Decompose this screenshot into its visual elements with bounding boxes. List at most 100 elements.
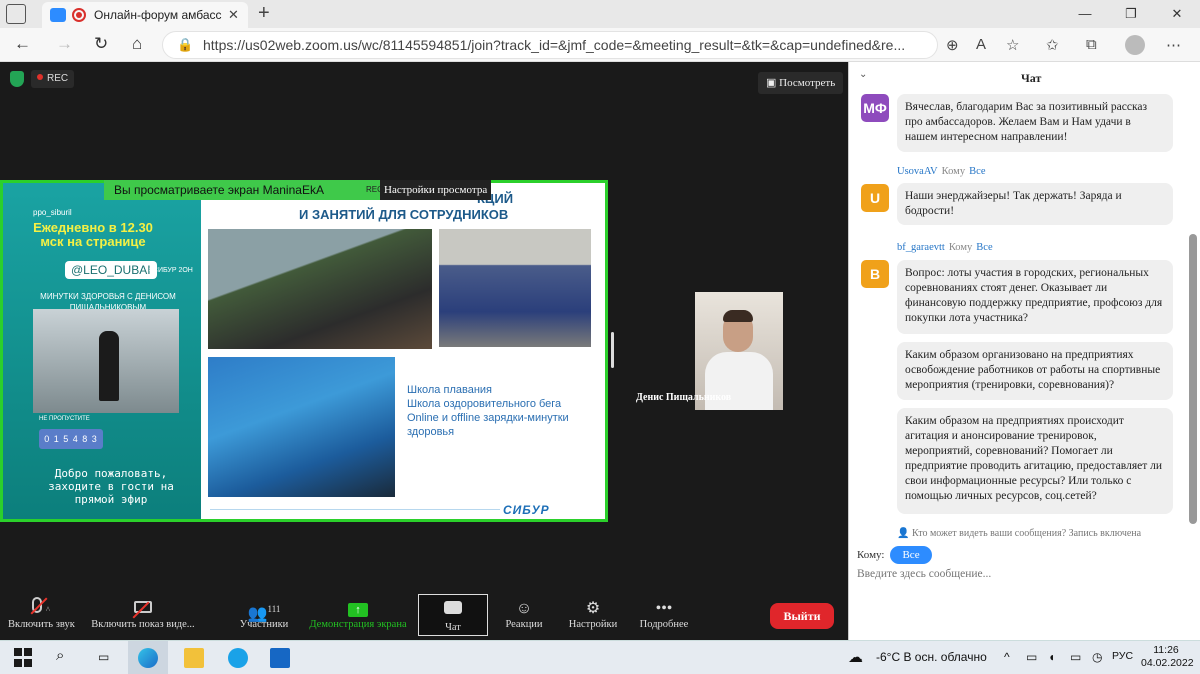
weather-icon: ☁ — [848, 649, 863, 666]
message-sender: UsovaAV Кому Все — [897, 166, 986, 177]
avatar: U — [861, 184, 889, 212]
file-explorer-icon[interactable] — [184, 648, 204, 668]
zoom-page-icon[interactable]: ⊕ — [946, 36, 959, 54]
clock-time: 11:26 — [1153, 644, 1179, 656]
maximize-button[interactable]: ❐ — [1108, 0, 1154, 28]
bullet-running: Школа оздоровительного бега — [407, 398, 562, 410]
video-label: Включить показ виде... — [91, 619, 195, 630]
back-icon[interactable]: ← — [14, 34, 31, 54]
profile-avatar[interactable] — [1125, 35, 1145, 55]
person-icon: 👤 — [897, 528, 912, 539]
chat-icon — [444, 601, 462, 614]
reactions-button[interactable]: ☺ Реакции — [500, 590, 548, 640]
favorites-icon[interactable]: ✩ — [1046, 36, 1059, 54]
chat-message: Каким образом организовано на предприяти… — [897, 342, 1173, 400]
story-panel: ppo_siburil Ежедневно в 12.30 мск на стр… — [3, 183, 201, 519]
edge-taskbar-button[interactable] — [128, 641, 168, 674]
start-button[interactable] — [14, 648, 34, 668]
clock[interactable]: 11:26 04.02.2022 — [1141, 644, 1194, 670]
story-timer: 0 1 5 4 8 3 — [39, 429, 103, 449]
url-field[interactable]: 🔒 https://us02web.zoom.us/wc/81145594851… — [162, 31, 938, 59]
chat-title: Чат — [1021, 71, 1042, 85]
browser-tab[interactable]: Онлайн-форум амбассадо ✕ — [42, 2, 248, 28]
network-icon[interactable]: ▭ — [1026, 650, 1037, 664]
edge-icon — [138, 648, 158, 668]
search-icon[interactable]: ⌕ — [56, 647, 64, 664]
participant-name: Денис Пищальников — [636, 392, 732, 403]
battery-icon[interactable]: ▭ — [1070, 650, 1081, 664]
address-bar-row: ← → ↻ ⌂ 🔒 https://us02web.zoom.us/wc/811… — [0, 28, 1200, 62]
url-text[interactable]: https://us02web.zoom.us/wc/81145594851/j… — [203, 37, 933, 53]
tab-title: Онлайн-форум амбассадо — [94, 8, 222, 22]
avatar: B — [861, 260, 889, 288]
language-indicator[interactable]: РУС — [1112, 650, 1133, 662]
chat-scrollbar[interactable] — [1189, 234, 1197, 524]
favorite-star-icon[interactable]: ☆ — [1006, 36, 1019, 54]
leave-button[interactable]: Выйти — [770, 603, 834, 629]
minimize-button[interactable]: — — [1062, 0, 1108, 28]
more-label: Подробнее — [639, 619, 689, 630]
sender-all[interactable]: Все — [969, 166, 985, 177]
browser-tab-bar: Онлайн-форум амбассадо ✕ + — ❐ ✕ — [0, 0, 1200, 28]
outlook-icon[interactable] — [270, 648, 290, 668]
sibur-logo: СИБУР — [503, 503, 550, 517]
settings-button[interactable]: ⚙ Настройки — [566, 590, 620, 640]
swimming-photo — [208, 357, 395, 497]
split-handle[interactable] — [611, 332, 614, 368]
refresh-icon[interactable]: ↻ — [94, 34, 108, 54]
chevron-up-icon[interactable]: ^ — [46, 605, 50, 615]
volume-icon[interactable]: ◖ — [1048, 650, 1055, 664]
recipient-row: Кому: Все — [857, 546, 932, 564]
recording-badge: REC — [31, 70, 75, 88]
security-shield-icon[interactable] — [10, 71, 24, 87]
slide-divider — [210, 509, 500, 510]
story-tag: #СИБУР 2ОН — [149, 267, 193, 274]
reactions-icon: ☺ — [515, 600, 533, 617]
read-aloud-icon[interactable]: A — [976, 36, 986, 53]
story-welcome: Добро пожаловать, заходите в гости на пр… — [48, 467, 174, 506]
view-button-label: Посмотреть — [779, 77, 836, 89]
video-off-icon — [134, 601, 152, 613]
forward-icon[interactable]: → — [56, 34, 73, 54]
tab-close-icon[interactable]: ✕ — [228, 7, 239, 23]
home-icon[interactable]: ⌂ — [132, 34, 142, 54]
who-can-see-link[interactable]: 👤 Кто может видеть ваши сообщения? Запис… — [897, 528, 1141, 539]
sender-name[interactable]: bf_garaevtt — [897, 242, 945, 253]
recipient-select[interactable]: Все — [890, 546, 932, 564]
view-options-button[interactable]: ▣ Посмотреть — [758, 72, 844, 94]
chevron-down-icon[interactable]: ⌄ — [859, 69, 867, 80]
participants-button[interactable]: 👥111 Участники — [236, 590, 292, 640]
slide-bullets: Школа плавания Школа оздоровительного бе… — [407, 383, 569, 439]
lock-icon[interactable]: 🔒 — [177, 37, 193, 53]
collections-icon[interactable]: ⧉ — [1086, 36, 1097, 53]
bullet-exercises: Online и offline зарядки-минутки — [407, 412, 569, 424]
chat-button[interactable]: Чат — [418, 594, 488, 636]
task-view-icon[interactable]: ▭ — [98, 650, 109, 664]
mute-button[interactable]: ^ Включить звук — [8, 590, 75, 640]
sender-all[interactable]: Все — [976, 242, 992, 253]
skype-icon[interactable] — [228, 648, 248, 668]
weather-text[interactable]: -6°C В осн. облачно — [876, 650, 987, 664]
more-button[interactable]: ••• Подробнее — [636, 590, 692, 640]
group-photo-forest — [208, 229, 432, 349]
new-tab-button[interactable]: + — [258, 2, 270, 24]
menu-dots-icon[interactable]: ⋯ — [1166, 36, 1181, 54]
chevron-up-tray-icon[interactable]: ^ — [1004, 650, 1010, 664]
chat-message-input[interactable] — [857, 568, 1187, 580]
bullet-health: здоровья — [407, 426, 455, 438]
sender-name[interactable]: UsovaAV — [897, 166, 938, 177]
who-can-see-text: Кто может видеть ваши сообщения? Запись … — [911, 528, 1142, 539]
video-button[interactable]: Включить показ виде... — [88, 590, 198, 640]
story-handle: @LEO_DUBAI — [65, 261, 157, 279]
story-account: ppo_siburil — [33, 208, 72, 217]
story-photo — [33, 309, 179, 413]
notification-icon[interactable]: ◷ — [1092, 650, 1102, 664]
chat-panel: ⌄ Чат МФ Вячеслав, благодарим Вас за поз… — [848, 62, 1200, 640]
to-label: Кому: — [857, 549, 885, 561]
share-screen-button[interactable]: ↑ Демонстрация экрана — [308, 590, 408, 640]
close-window-button[interactable]: ✕ — [1154, 0, 1200, 28]
workspaces-icon[interactable] — [6, 4, 26, 24]
participant-hair — [723, 310, 753, 322]
story-timer-label: НЕ ПРОПУСТИТЕ — [39, 416, 90, 422]
view-settings-button[interactable]: Настройки просмотра — [380, 180, 492, 200]
